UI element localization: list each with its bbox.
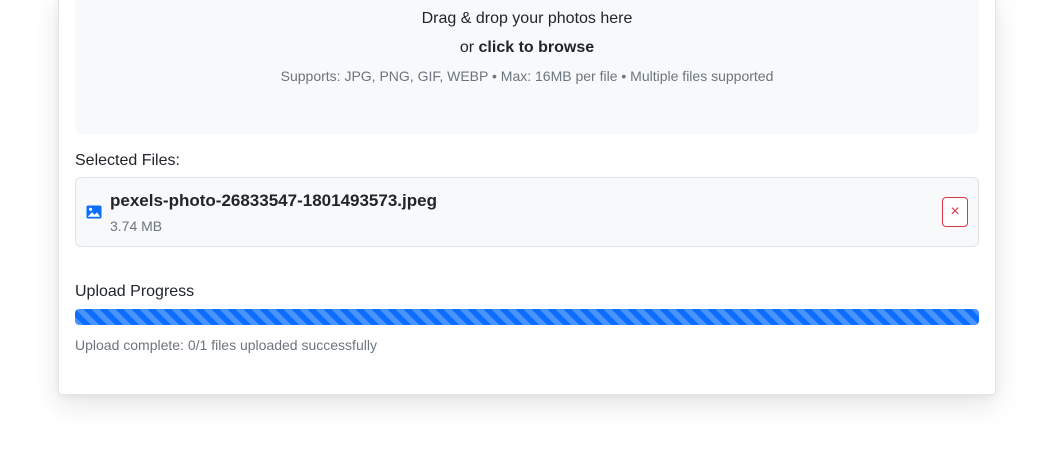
close-icon: × bbox=[950, 203, 960, 220]
file-item: pexels-photo-26833547-1801493573.jpeg 3.… bbox=[75, 177, 979, 247]
file-size: 3.74 MB bbox=[110, 218, 163, 234]
upload-progress-fill bbox=[75, 309, 979, 325]
image-icon bbox=[86, 204, 102, 220]
remove-file-button[interactable]: × bbox=[942, 197, 968, 227]
upload-progress-bar bbox=[75, 309, 979, 325]
upload-progress-label: Upload Progress bbox=[75, 283, 195, 300]
dropzone-hint: Supports: JPG, PNG, GIF, WEBP • Max: 16M… bbox=[280, 68, 774, 84]
upload-card: Drag & drop your photos here or click to… bbox=[58, 0, 996, 395]
browse-link[interactable]: click to browse bbox=[479, 39, 595, 56]
dropzone-subtitle: or click to browse bbox=[75, 37, 979, 59]
file-name: pexels-photo-26833547-1801493573.jpeg bbox=[110, 191, 437, 210]
selected-files-label: Selected Files: bbox=[75, 152, 180, 169]
dropzone-title: Drag & drop your photos here bbox=[421, 10, 633, 27]
upload-status-text: Upload complete: 0/1 files uploaded succ… bbox=[75, 337, 377, 353]
dropzone[interactable]: Drag & drop your photos here or click to… bbox=[75, 0, 979, 134]
dropzone-sub-prefix: or bbox=[459, 39, 479, 56]
